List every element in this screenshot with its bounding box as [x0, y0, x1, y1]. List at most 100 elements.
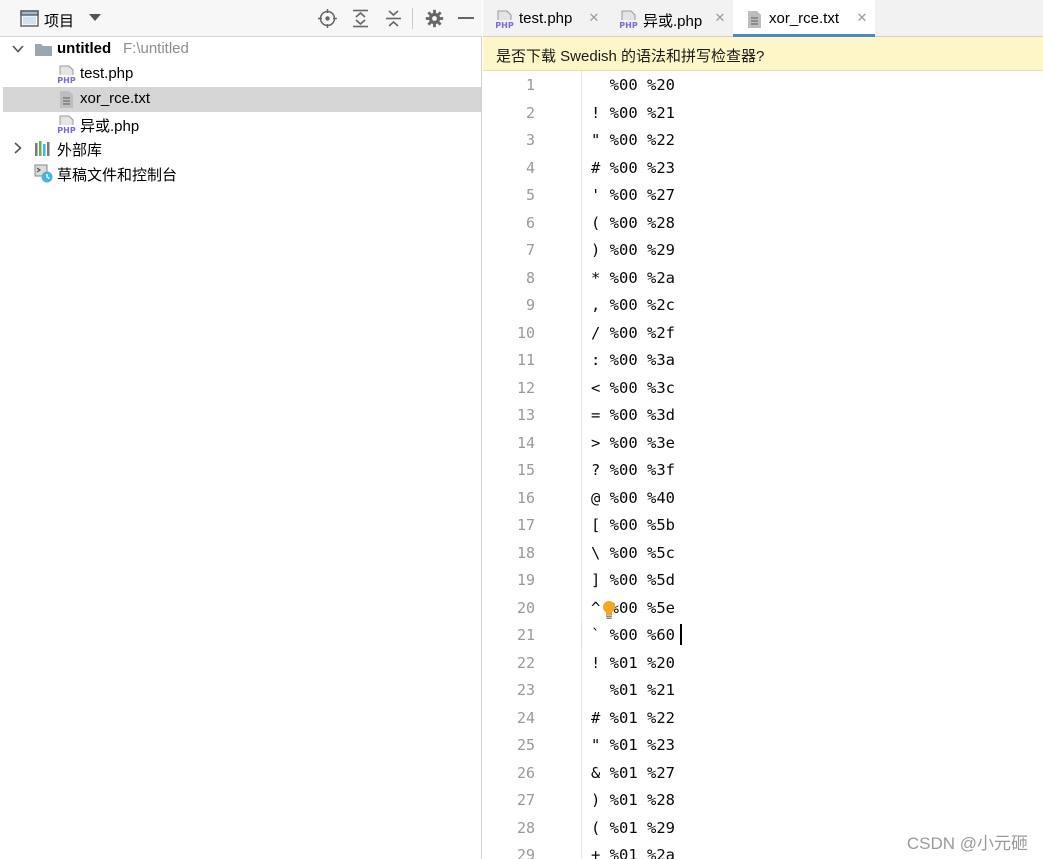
code-line[interactable]: [ %00 %5b	[591, 516, 675, 534]
line-number: 28	[516, 818, 535, 837]
project-panel-title[interactable]: 项目	[44, 10, 74, 31]
line-number: 2	[525, 103, 535, 122]
lightbulb-icon[interactable]	[601, 600, 617, 620]
watermark: CSDN @小元砸	[906, 834, 1028, 853]
code-line[interactable]: %00 %20	[591, 76, 675, 94]
code-line[interactable]: ? %00 %3f	[591, 461, 675, 479]
code-line[interactable]: " %00 %22	[591, 131, 675, 149]
code-line[interactable]: ! %00 %21	[591, 104, 675, 122]
close-icon[interactable]: ✕	[587, 11, 601, 25]
code-line[interactable]: * %00 %2a	[591, 269, 675, 287]
minimize-icon[interactable]	[456, 8, 476, 28]
line-number: 5	[525, 186, 535, 204]
spellcheck-notification-bar: 是否下载 Swedish 的语法和拼写检查器?	[483, 37, 1043, 71]
code-line[interactable]: , %00 %2c	[591, 296, 675, 314]
line-number: 6	[525, 213, 535, 232]
code-line[interactable]: ) %00 %29	[591, 241, 675, 259]
close-icon[interactable]: ✕	[855, 11, 869, 25]
line-number: 12	[516, 378, 535, 397]
line-number: 3	[525, 131, 535, 149]
code-line[interactable]: ) %01 %28	[591, 791, 675, 809]
tree-file-test-php[interactable]: PHP test.php	[3, 62, 481, 87]
line-number: 29	[516, 846, 535, 859]
editor-tab-bar: PHP test.php ✕ PHP 异或.php ✕ xor_rce.txt …	[483, 0, 1043, 37]
line-number: 14	[516, 433, 535, 452]
collapse-all-icon[interactable]	[383, 8, 403, 28]
line-number: 21	[516, 626, 535, 644]
dropdown-arrow-icon[interactable]	[85, 8, 105, 28]
svg-text:PHP: PHP	[57, 126, 76, 134]
svg-text:PHP: PHP	[57, 76, 76, 84]
locate-target-icon[interactable]	[317, 8, 337, 28]
line-number-gutter[interactable]: 1 2 3 4 5 6 7 8 9 10 11 12 13 14 15 16 17 18 19 20 21 22 23 24 2…	[483, 71, 582, 859]
line-number: 18	[516, 543, 535, 562]
tree-file-xor-rce-txt[interactable]: xor_rce.txt	[3, 87, 481, 112]
code-line[interactable]: ` %00 %60	[591, 626, 675, 644]
code-line[interactable]: = %00 %3d	[591, 406, 675, 424]
tree-scratches-label: 草稿文件和控制台	[57, 167, 178, 184]
notification-text[interactable]: 是否下载 Swedish 的语法和拼写检查器?	[496, 45, 764, 66]
php-file-icon: PHP	[57, 65, 76, 85]
line-number: 19	[516, 571, 535, 589]
line-number: 13	[516, 406, 535, 424]
text-caret	[680, 624, 682, 645]
line-number: 16	[516, 488, 535, 507]
line-number: 10	[516, 323, 535, 342]
code-line[interactable]: & %01 %27	[591, 764, 675, 782]
folder-icon	[34, 40, 53, 59]
tab-label: xor_rce.txt	[769, 10, 840, 27]
code-line[interactable]: " %01 %23	[591, 736, 675, 754]
tree-root-untitled[interactable]: untitled F:\untitled	[3, 37, 481, 62]
chevron-right-icon[interactable]	[11, 141, 25, 155]
code-line[interactable]: + %01 %2a	[591, 846, 675, 859]
line-number: 27	[516, 791, 535, 809]
tree-root-label: untitled	[57, 40, 112, 57]
code-line[interactable]: @ %00 %40	[591, 489, 675, 507]
tab-yihuo-php[interactable]: PHP 异或.php ✕	[607, 0, 733, 37]
code-line[interactable]: ] %00 %5d	[591, 571, 675, 589]
chevron-down-icon[interactable]	[11, 42, 25, 56]
expand-all-icon[interactable]	[350, 8, 370, 28]
gear-icon[interactable]	[424, 8, 444, 28]
tab-label: 异或.php	[643, 13, 703, 30]
line-number: 9	[525, 296, 535, 314]
line-number: 25	[516, 736, 535, 754]
tab-test-php[interactable]: PHP test.php ✕	[483, 0, 607, 37]
scratches-icon	[34, 164, 53, 183]
code-line[interactable]: > %00 %3e	[591, 434, 675, 452]
text-file-icon	[745, 10, 764, 29]
line-number: 26	[516, 763, 535, 782]
code-line[interactable]: : %00 %3a	[591, 351, 675, 369]
line-number: 15	[516, 461, 535, 479]
line-number: 17	[516, 516, 535, 534]
line-number: 4	[525, 158, 535, 177]
project-panel: 项目 untitled F:\untitled PHP test.php xor…	[0, 0, 482, 859]
tree-scratches-consoles[interactable]: 草稿文件和控制台	[3, 161, 481, 186]
code-line[interactable]: ( %00 %28	[591, 214, 675, 232]
line-number: 8	[525, 268, 535, 287]
line-number: 1	[525, 76, 535, 94]
code-line[interactable]: ! %01 %20	[591, 654, 675, 672]
tab-xor-rce-txt[interactable]: xor_rce.txt ✕	[733, 0, 875, 37]
close-icon[interactable]: ✕	[713, 11, 727, 25]
code-line[interactable]: # %01 %22	[591, 709, 675, 727]
tree-file-label: test.php	[80, 65, 134, 82]
code-line[interactable]: ( %01 %29	[591, 819, 675, 837]
tree-file-yihuo-php[interactable]: PHP 异或.php	[3, 112, 481, 137]
code-line[interactable]: %01 %21	[591, 681, 675, 699]
svg-text:PHP: PHP	[495, 21, 514, 29]
window-icon[interactable]	[19, 8, 39, 28]
code-line[interactable]: # %00 %23	[591, 159, 675, 177]
code-editor[interactable]: %00 %20 ! %00 %21 " %00 %22 # %00 %23 ' %00 …	[583, 71, 1043, 859]
project-toolbar: 项目	[0, 0, 482, 37]
tree-external-libraries[interactable]: 外部库	[3, 136, 481, 161]
php-file-icon: PHP	[619, 10, 638, 30]
text-file-icon	[57, 90, 76, 109]
code-line[interactable]: ' %00 %27	[591, 186, 675, 204]
code-line[interactable]: \ %00 %5c	[591, 544, 675, 562]
code-line[interactable]: < %00 %3c	[591, 379, 675, 397]
svg-text:PHP: PHP	[619, 21, 638, 29]
tree-external-libraries-label: 外部库	[57, 142, 103, 159]
php-file-icon: PHP	[57, 115, 76, 135]
code-line[interactable]: / %00 %2f	[591, 324, 675, 342]
